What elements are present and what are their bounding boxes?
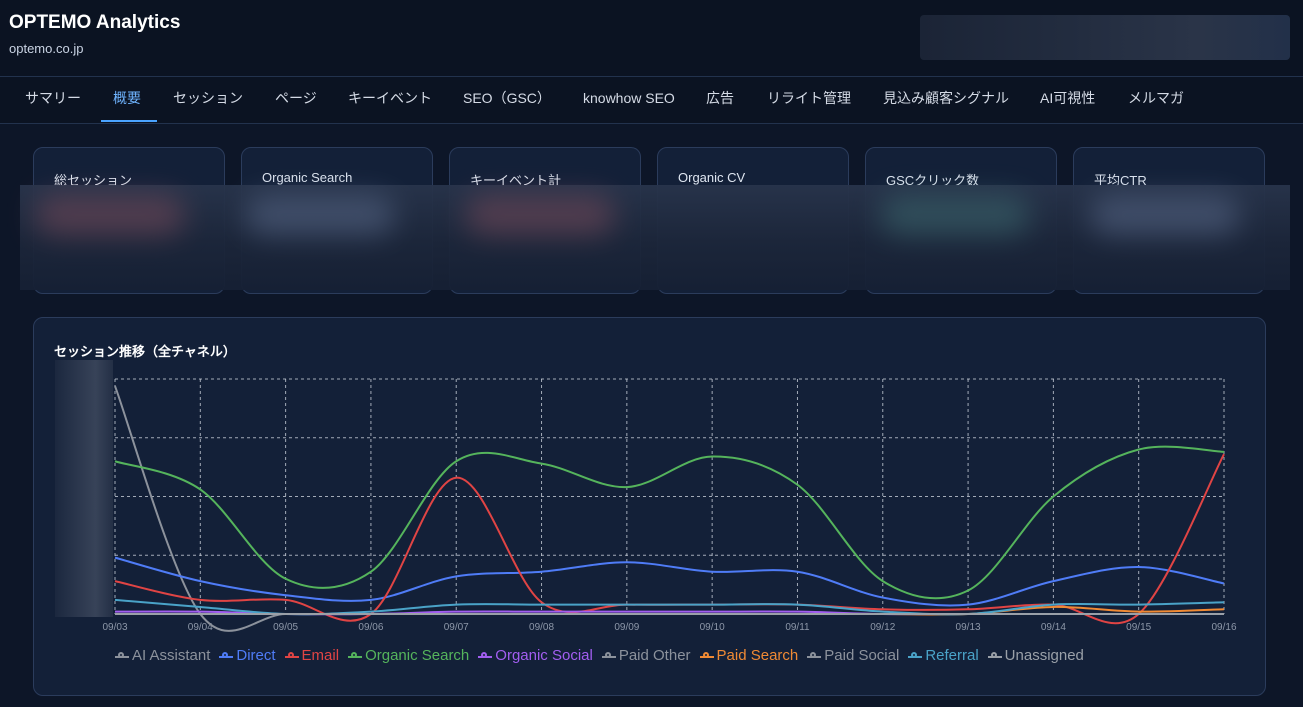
x-tick-label: 09/03	[102, 622, 127, 633]
legend-label: Paid Search	[716, 647, 799, 664]
x-tick-label: 09/13	[956, 622, 981, 633]
legend-marker-icon	[807, 651, 822, 661]
legend-marker-icon	[601, 651, 616, 661]
legend-marker-icon	[115, 651, 129, 661]
x-tick-label: 09/11	[785, 622, 810, 633]
x-tick-label: 09/16	[1211, 622, 1236, 633]
legend-item-unassigned[interactable]: Unassigned	[987, 647, 1084, 664]
x-tick-label: 09/06	[358, 622, 383, 633]
x-tick-label: 09/10	[700, 622, 725, 633]
legend-item-referral[interactable]: Referral	[908, 647, 979, 664]
legend-label: Paid Other	[618, 647, 691, 664]
x-tick-label: 09/05	[273, 622, 298, 633]
legend-label: Organic Social	[495, 647, 593, 664]
legend-item-paid-other[interactable]: Paid Other	[601, 647, 691, 664]
x-tick-label: 09/09	[614, 622, 639, 633]
x-tick-label: 09/12	[870, 622, 895, 633]
legend-item-paid-social[interactable]: Paid Social	[807, 647, 899, 664]
session-trend-chart: 09/03 09/04 09/05 09/06 09/07 09/08 09/09 09/10…	[102, 378, 1237, 633]
legend-item-ai-assistant[interactable]: AI Assistant	[115, 647, 210, 664]
legend-label: Direct	[236, 647, 276, 664]
chart-legend: AI Assistant Direct Email Organic Search Org…	[115, 647, 1093, 667]
legend-label: Referral	[925, 647, 979, 664]
legend-item-paid-search[interactable]: Paid Search	[699, 647, 799, 664]
redacted-y-axis	[55, 360, 113, 617]
legend-item-organic-search[interactable]: Organic Search	[348, 647, 469, 664]
legend-label: Organic Search	[365, 647, 470, 664]
x-tick-label: 09/08	[529, 622, 554, 633]
x-tick-label: 09/14	[1041, 622, 1066, 633]
legend-marker-icon	[908, 651, 923, 661]
legend-marker-icon	[699, 651, 714, 661]
legend-item-direct[interactable]: Direct	[219, 647, 276, 664]
legend-marker-icon	[987, 651, 1002, 661]
legend-marker-icon	[219, 651, 234, 661]
legend-marker-icon	[284, 651, 299, 661]
series-line-email	[114, 453, 1225, 625]
legend-label: Paid Social	[824, 647, 900, 664]
legend-label: Email	[301, 647, 340, 664]
legend-item-email[interactable]: Email	[284, 647, 340, 664]
legend-marker-icon	[348, 651, 363, 661]
x-tick-label: 09/15	[1126, 622, 1151, 633]
legend-marker-icon	[478, 651, 493, 661]
series-line-organic-search	[114, 445, 1225, 600]
series-line-direct	[114, 556, 1225, 607]
x-tick-label: 09/07	[444, 622, 469, 633]
legend-item-organic-social[interactable]: Organic Social	[478, 647, 593, 664]
legend-label: AI Assistant	[132, 647, 211, 664]
legend-label: Unassigned	[1004, 647, 1084, 664]
